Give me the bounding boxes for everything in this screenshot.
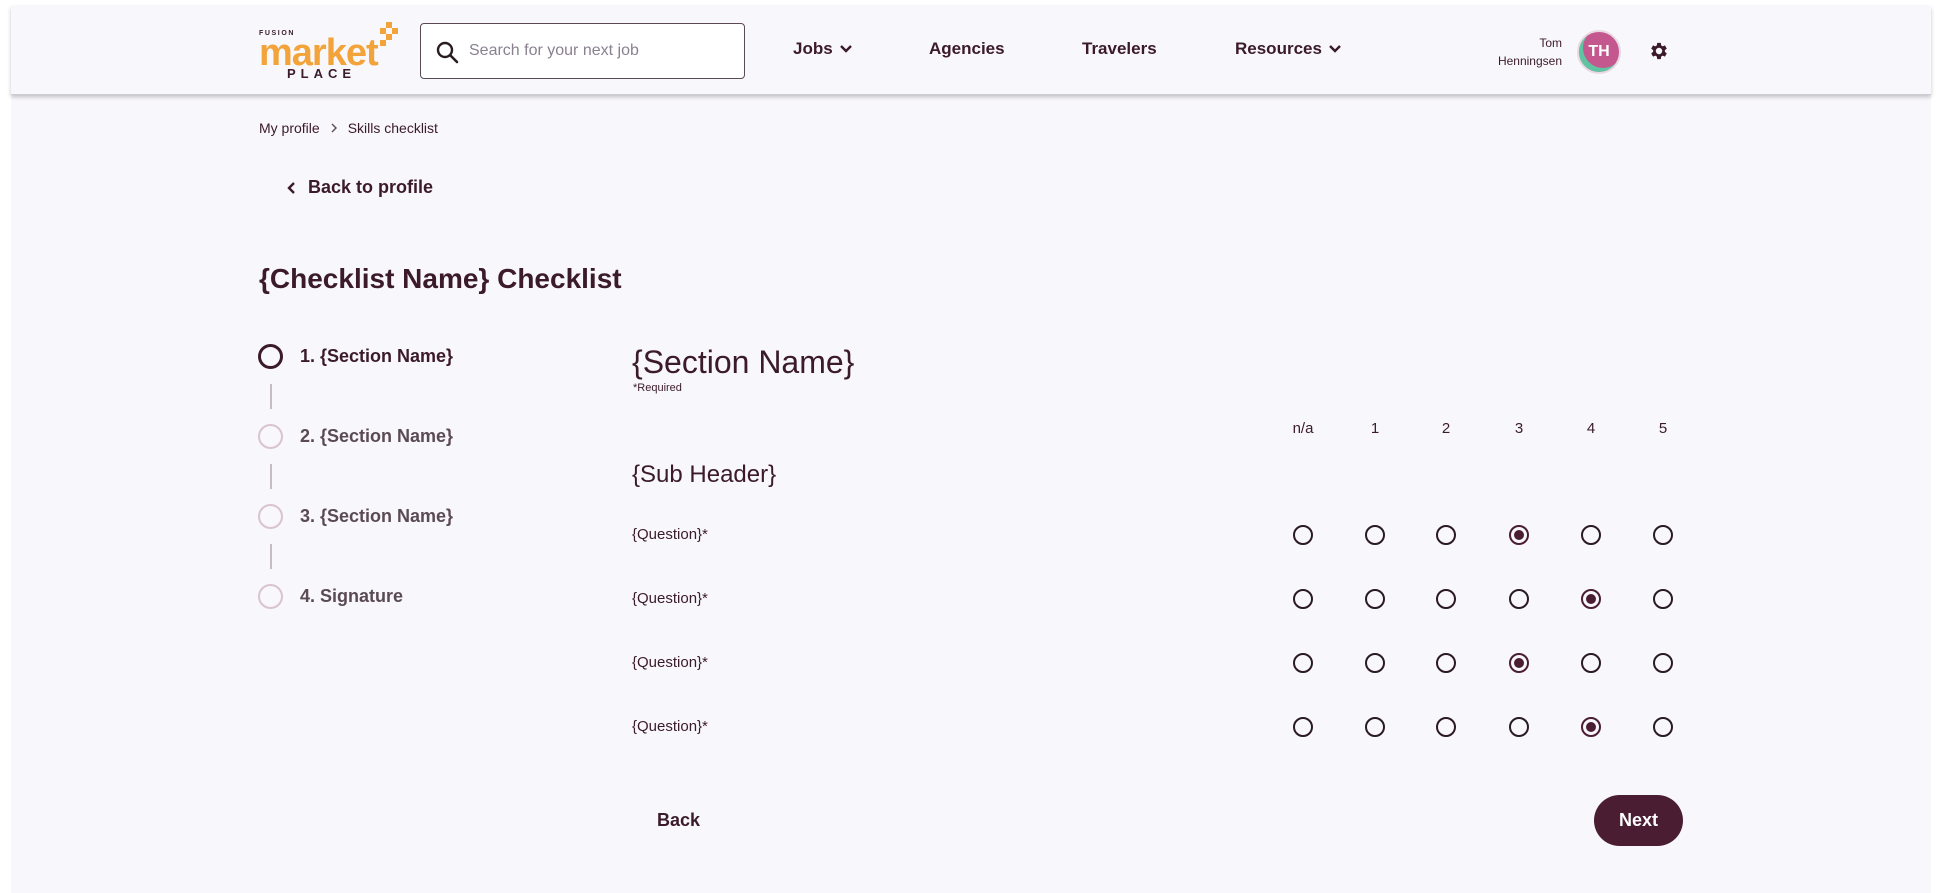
step-label: 2. {Section Name} [300, 426, 454, 446]
step-indicator-icon [258, 344, 283, 369]
search-placeholder: Search for your next job [469, 42, 639, 59]
rating-radio-4[interactable] [1581, 653, 1601, 673]
rating-radio-4[interactable] [1581, 589, 1601, 609]
nav-travelers-label: Travelers [1082, 39, 1157, 58]
gear-icon[interactable] [1648, 40, 1670, 62]
rating-radio-na[interactable] [1293, 653, 1313, 673]
page-title: {Checklist Name} Checklist [259, 263, 622, 294]
back-to-profile-link[interactable]: Back to profile [286, 177, 433, 198]
breadcrumb: My profile Skills checklist [259, 120, 438, 136]
step-indicator-icon [258, 504, 283, 529]
avatar-initials: TH [1588, 43, 1610, 60]
scale-label-2: 2 [1441, 420, 1451, 437]
scale-label-3: 3 [1514, 420, 1524, 437]
scale-label-4: 4 [1586, 420, 1596, 437]
nav-agencies-label: Agencies [929, 39, 1005, 58]
rating-radio-2[interactable] [1436, 653, 1456, 673]
question-label: {Question}* [632, 718, 708, 735]
chevron-right-icon [331, 123, 337, 133]
user-last-name: Henningsen [1497, 54, 1562, 68]
nav-resources[interactable]: Resources [1235, 39, 1342, 59]
step-2[interactable]: 2. {Section Name} [258, 424, 453, 449]
chevron-left-icon [287, 181, 295, 194]
sub-header: {Sub Header} [632, 461, 777, 488]
step-label: 1. {Section Name} [300, 346, 454, 366]
fusion-marketplace-logo[interactable]: FUSION market PLACE [259, 22, 399, 81]
back-to-profile-label: Back to profile [308, 177, 434, 197]
rating-radio-1[interactable] [1365, 653, 1385, 673]
logo-pixel [386, 34, 392, 40]
next-button[interactable]: Next [1594, 795, 1683, 846]
rating-radio-3[interactable] [1509, 717, 1529, 737]
rating-radio-5[interactable] [1653, 717, 1673, 737]
rating-radio-na[interactable] [1293, 589, 1313, 609]
rating-radio-2[interactable] [1436, 589, 1456, 609]
question-label: {Question}* [632, 590, 708, 607]
step-label: 3. {Section Name} [300, 506, 454, 526]
nav-travelers[interactable]: Travelers [1082, 39, 1157, 59]
rating-radio-2[interactable] [1436, 525, 1456, 545]
rating-radio-2[interactable] [1436, 717, 1456, 737]
chevron-down-icon [1329, 45, 1341, 53]
rating-radio-3[interactable] [1509, 589, 1529, 609]
breadcrumb-skills-checklist[interactable]: Skills checklist [348, 120, 438, 136]
logo-bottom-text: PLACE [287, 66, 357, 81]
logo-pixel [392, 28, 398, 34]
page-background [11, 6, 1931, 893]
section-title: {Section Name} [632, 344, 855, 380]
step-3[interactable]: 3. {Section Name} [258, 504, 453, 529]
rating-radio-5[interactable] [1653, 653, 1673, 673]
step-4[interactable]: 4. Signature [258, 584, 403, 609]
breadcrumb-my-profile[interactable]: My profile [259, 120, 320, 136]
back-button[interactable]: Back [657, 810, 700, 831]
step-indicator-icon [258, 424, 283, 449]
rating-radio-5[interactable] [1653, 589, 1673, 609]
step-1[interactable]: 1. {Section Name} [258, 344, 453, 369]
step-indicator-icon [258, 584, 283, 609]
rating-radio-3[interactable] [1509, 525, 1529, 545]
rating-radio-1[interactable] [1365, 717, 1385, 737]
step-connector [270, 464, 272, 489]
scale-label-5: 5 [1658, 420, 1668, 437]
user-first-name: Tom [1539, 36, 1562, 50]
rating-radio-4[interactable] [1581, 717, 1601, 737]
rating-radio-na[interactable] [1293, 525, 1313, 545]
step-label: 4. Signature [300, 586, 404, 606]
rating-radio-1[interactable] [1365, 525, 1385, 545]
nav-jobs-label: Jobs [793, 39, 833, 58]
required-note: *Required [633, 382, 682, 394]
question-label: {Question}* [632, 526, 708, 543]
step-connector [270, 544, 272, 569]
rating-radio-na[interactable] [1293, 717, 1313, 737]
search-icon [436, 41, 459, 64]
nav-agencies[interactable]: Agencies [929, 39, 1005, 59]
scale-label-1: 1 [1370, 420, 1380, 437]
rating-radio-3[interactable] [1509, 653, 1529, 673]
rating-radio-5[interactable] [1653, 525, 1673, 545]
scale-label-na: n/a [1292, 420, 1314, 437]
nav-jobs[interactable]: Jobs [793, 39, 853, 59]
nav-resources-label: Resources [1235, 39, 1322, 58]
rating-radio-1[interactable] [1365, 589, 1385, 609]
job-search-field[interactable]: Search for your next job [420, 23, 745, 79]
chevron-down-icon [839, 45, 852, 53]
avatar[interactable]: TH [1577, 30, 1621, 74]
question-label: {Question}* [632, 654, 708, 671]
step-connector [270, 384, 272, 409]
rating-radio-4[interactable] [1581, 525, 1601, 545]
logo-pixel [380, 40, 386, 46]
user-name[interactable]: Tom Henningsen [1498, 34, 1562, 70]
